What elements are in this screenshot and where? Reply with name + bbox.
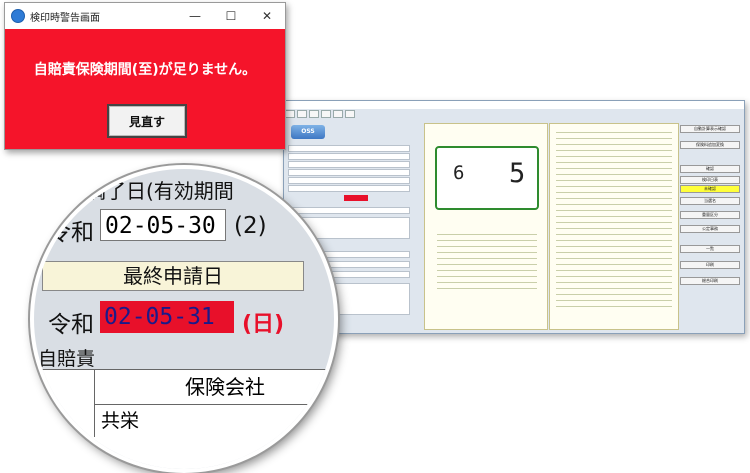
toolbar-button[interactable] xyxy=(345,110,355,118)
last-apply-date-field[interactable]: 02-05-31 xyxy=(100,301,234,333)
right-button[interactable]: 確認 xyxy=(680,165,740,173)
plate-box: 6 5 xyxy=(435,146,539,210)
expiry-header: 満了日(有効期間 xyxy=(86,179,234,203)
magnifier: 満了日(有効期間 令和 02-05-30 (2) 最終申請日 令和 02-05-… xyxy=(30,165,338,473)
dialog-title: 検印時警告画面 xyxy=(30,12,100,24)
right-button[interactable]: 未確認 xyxy=(680,185,740,193)
toolbar xyxy=(285,110,743,118)
form-field[interactable] xyxy=(288,145,410,152)
toolbar-button[interactable] xyxy=(333,110,343,118)
right-button[interactable]: 検印日表 xyxy=(680,176,740,184)
toolbar-button[interactable] xyxy=(297,110,307,118)
insurer-table-zoom: 保険会社 共栄 xyxy=(34,369,334,469)
form-field[interactable] xyxy=(288,153,410,160)
plate-number-right: 5 xyxy=(509,158,526,189)
warning-panel: 自賠責保険期間(至)が足りません。 見直す xyxy=(5,29,285,149)
right-button[interactable]: 自動計算表示確認 xyxy=(680,125,740,133)
warning-message: 自賠責保険期間(至)が足りません。 xyxy=(33,62,257,78)
main-window: OSS 6 5 自動計算表示確認 保険料追加変換 確認 検印日表 未確認 当選名… xyxy=(283,100,745,334)
close-icon[interactable]: ✕ xyxy=(249,9,285,23)
owner-text xyxy=(556,132,672,312)
right-button[interactable]: 総合印刷 xyxy=(680,277,740,285)
last-date-highlight xyxy=(344,195,368,201)
toolbar-button[interactable] xyxy=(309,110,319,118)
toolbar-button[interactable] xyxy=(285,110,295,118)
review-button[interactable]: 見直す xyxy=(107,104,187,138)
warning-dialog: 検印時警告画面 — ☐ ✕ 自賠責保険期間(至)が足りません。 見直す xyxy=(4,2,286,150)
vehicle-certificate-panel: 6 5 xyxy=(424,123,548,330)
right-button[interactable]: 印刷 xyxy=(680,261,740,269)
form-field[interactable] xyxy=(288,161,410,168)
insurer-value[interactable]: 共栄 xyxy=(94,405,334,437)
right-button[interactable]: 保険料追加変換 xyxy=(680,141,740,149)
plate-number-left: 6 xyxy=(453,162,465,184)
app-icon xyxy=(11,9,25,23)
main-window-titlebar xyxy=(284,101,744,109)
jibaiseki-label: 自賠責 xyxy=(38,348,96,370)
expiry-suffix: (2) xyxy=(234,213,267,239)
minimize-icon[interactable]: — xyxy=(177,9,213,23)
toolbar-button[interactable] xyxy=(321,110,331,118)
last-apply-label: 最終申請日 xyxy=(42,261,304,291)
expiry-era: 令和 xyxy=(48,220,94,246)
right-button[interactable]: 公定事務 xyxy=(680,225,740,233)
last-apply-era: 令和 xyxy=(48,312,94,338)
insurer-header: 保険会社 xyxy=(94,370,334,405)
maximize-icon[interactable]: ☐ xyxy=(213,9,249,23)
expiry-date-field[interactable]: 02-05-30 xyxy=(100,209,226,241)
right-button[interactable]: 重量区分 xyxy=(680,211,740,219)
last-apply-day: (日) xyxy=(242,312,285,337)
certificate-text xyxy=(437,234,537,294)
dialog-titlebar: 検印時警告画面 — ☐ ✕ xyxy=(5,3,285,29)
oss-button[interactable]: OSS xyxy=(291,125,325,139)
owner-panel xyxy=(549,123,679,330)
right-button[interactable]: 当選名 xyxy=(680,197,740,205)
right-button[interactable]: 一覧 xyxy=(680,245,740,253)
